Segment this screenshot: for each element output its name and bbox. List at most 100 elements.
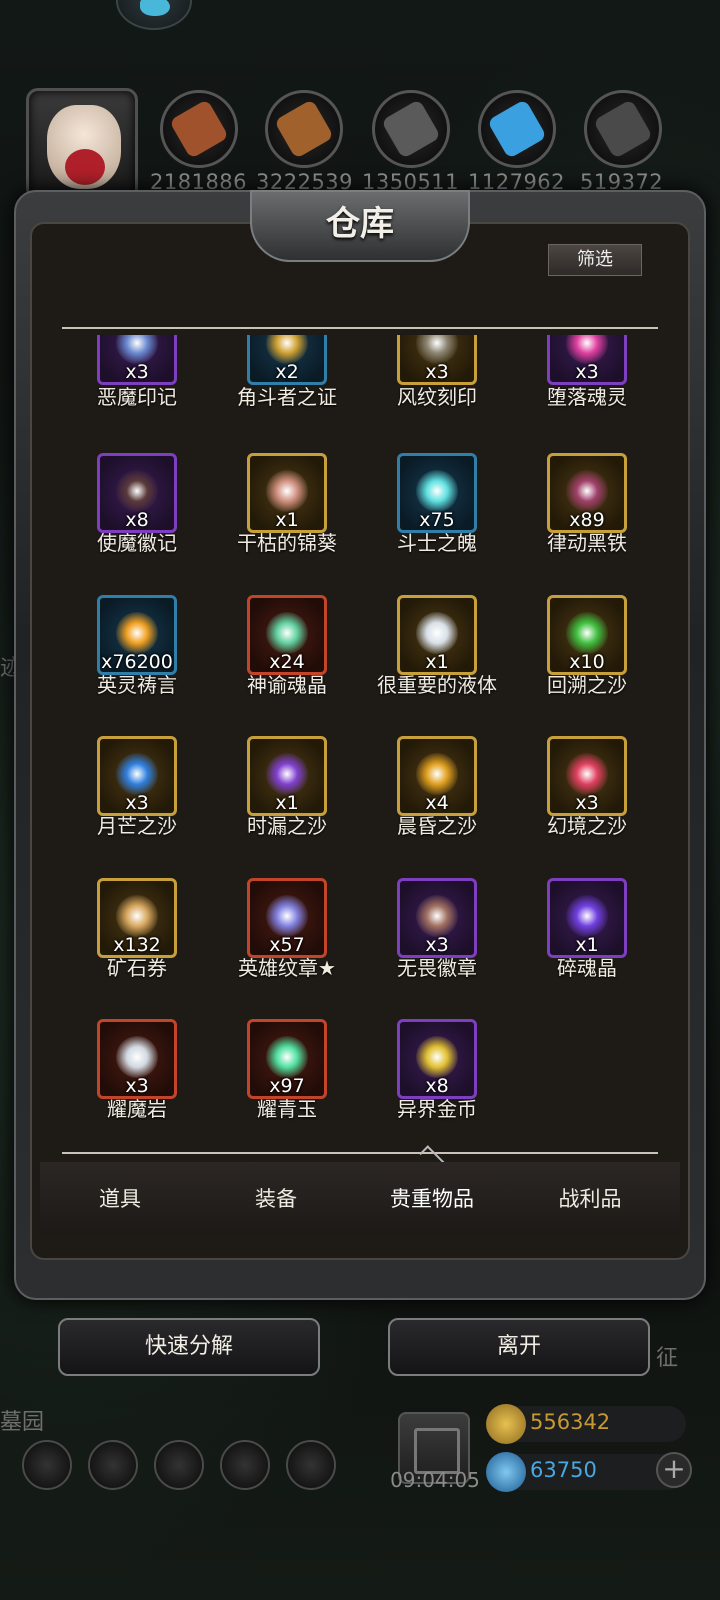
item-name: 碎魂晶	[557, 955, 617, 980]
item-cell[interactable]: x24 神谕魂晶	[212, 594, 362, 725]
item-quantity: x3	[125, 361, 149, 383]
item-cell[interactable]: x3 堕落魂灵	[512, 335, 658, 465]
item-icon	[416, 894, 458, 937]
item-name: 耀青玉	[257, 1097, 317, 1121]
item-name: 异界金币	[397, 1097, 477, 1121]
item-name: 月芒之沙	[97, 814, 177, 838]
item-cell[interactable]: x3 耀魔岩	[62, 1019, 212, 1125]
item-cell[interactable]: x76200 英灵祷言	[62, 594, 212, 725]
gem-icon	[486, 1452, 526, 1492]
item-icon	[266, 1036, 308, 1078]
item-icon	[266, 611, 308, 654]
item-cell[interactable]: x1 干枯的锦葵	[212, 453, 362, 583]
item-icon	[116, 1036, 158, 1078]
plank-icon	[265, 90, 343, 168]
item-icon	[566, 611, 608, 654]
item-name: 神谕魂晶	[247, 672, 327, 697]
bottom-divider	[62, 1152, 658, 1154]
item-cell[interactable]: x1 碎魂晶	[512, 877, 658, 1008]
item-cell[interactable]: x3 恶魔印记	[62, 335, 212, 465]
tab-equipment[interactable]: 装备	[196, 1162, 356, 1236]
item-name: 使魔徽记	[97, 531, 177, 555]
item-icon	[416, 753, 458, 795]
mail-icon[interactable]	[220, 1440, 270, 1490]
item-name: 很重要的液体	[377, 672, 497, 697]
item-cell[interactable]: x57 英雄纹章★	[212, 877, 362, 1008]
quick-decompose-button[interactable]: 快速分解	[58, 1318, 320, 1376]
item-icon	[566, 894, 608, 937]
item-name: 晨昏之沙	[397, 814, 477, 838]
item-icon	[566, 470, 608, 512]
backpack-icon[interactable]	[286, 1440, 336, 1490]
item-icon	[416, 1036, 458, 1078]
item-cell[interactable]: x3 月芒之沙	[62, 736, 212, 866]
item-cell[interactable]: x1 很重要的液体	[362, 594, 512, 725]
item-cell[interactable]: x10 回溯之沙	[512, 594, 658, 725]
add-currency-button[interactable]: +	[656, 1452, 692, 1488]
item-icon	[266, 335, 308, 364]
item-cell[interactable]: x3 幻境之沙	[512, 736, 658, 866]
item-quantity: x3	[575, 361, 599, 383]
item-cell[interactable]: x8 使魔徽记	[62, 453, 212, 583]
iron-ingot-icon	[372, 90, 450, 168]
top-divider	[62, 327, 658, 329]
tab-loot[interactable]: 战利品	[510, 1162, 670, 1236]
gold-amount: 556342	[530, 1410, 611, 1434]
item-cell[interactable]: x2 角斗者之证	[212, 335, 362, 465]
tab-items[interactable]: 道具	[40, 1162, 200, 1236]
item-icon	[116, 611, 158, 654]
player-avatar[interactable]	[26, 88, 138, 200]
gift-timer: 09:04:05	[390, 1468, 480, 1492]
item-cell[interactable]: x132 矿石券	[62, 877, 212, 1008]
item-name: 英雄纹章★	[238, 955, 336, 980]
item-cell[interactable]: x97 耀青玉	[212, 1019, 362, 1125]
heroes-icon[interactable]	[154, 1440, 204, 1490]
item-name: 斗士之魄	[397, 531, 477, 555]
bottom-nav	[22, 1440, 352, 1490]
item-icon	[116, 470, 158, 512]
tab-valuables[interactable]: 贵重物品	[352, 1162, 512, 1236]
item-icon	[266, 470, 308, 512]
item-icon	[416, 335, 458, 364]
item-icon	[416, 611, 458, 654]
item-cell[interactable]: x4 晨昏之沙	[362, 736, 512, 866]
item-icon	[116, 753, 158, 795]
item-name: 风纹刻印	[397, 385, 477, 409]
item-icon	[416, 470, 458, 512]
item-cell[interactable]: x3 无畏徽章	[362, 877, 512, 1008]
item-name: 耀魔岩	[107, 1097, 167, 1121]
item-cell[interactable]: x75 斗士之魄	[362, 453, 512, 583]
item-cell[interactable]: x3 风纹刻印	[362, 335, 512, 465]
item-name: 英灵祷言	[97, 672, 177, 697]
wood-log-icon	[160, 90, 238, 168]
item-name: 角斗者之证	[237, 385, 337, 409]
settings-icon[interactable]	[22, 1440, 72, 1490]
item-name: 干枯的锦葵	[237, 531, 337, 555]
item-quantity: x2	[275, 361, 299, 383]
item-icon	[116, 335, 158, 364]
item-cell[interactable]: x89 律动黑铁	[512, 453, 658, 583]
star-icon[interactable]	[88, 1440, 138, 1490]
item-name: 无畏徽章	[397, 955, 477, 980]
item-name: 回溯之沙	[547, 672, 627, 697]
gem-amount: 63750	[530, 1458, 597, 1482]
item-icon	[116, 894, 158, 937]
filter-button[interactable]: 筛选	[548, 244, 642, 276]
item-grid[interactable]: x3 恶魔印记 x2 角斗者之证 x3 风纹刻印 x3 堕落魂灵 x8 使魔徽记 x1 干枯的锦葵 x7…	[62, 335, 658, 1125]
leave-button[interactable]: 离开	[388, 1318, 650, 1376]
item-cell[interactable]: x8 异界金币	[362, 1019, 512, 1125]
item-cell[interactable]: x1 时漏之沙	[212, 736, 362, 866]
graveyard-label: 墓园	[0, 1410, 45, 1435]
item-icon	[266, 753, 308, 795]
item-icon	[566, 335, 608, 364]
bunny-avatar-icon	[47, 105, 121, 189]
item-icon	[566, 753, 608, 795]
gold-coin-icon	[486, 1404, 526, 1444]
item-name: 律动黑铁	[547, 531, 627, 555]
item-name: 时漏之沙	[247, 814, 327, 838]
item-icon	[266, 894, 308, 937]
item-name: 恶魔印记	[97, 385, 177, 409]
page-title: 仓库	[326, 204, 394, 244]
item-name: 堕落魂灵	[547, 385, 627, 409]
dark-ingot-icon	[584, 90, 662, 168]
